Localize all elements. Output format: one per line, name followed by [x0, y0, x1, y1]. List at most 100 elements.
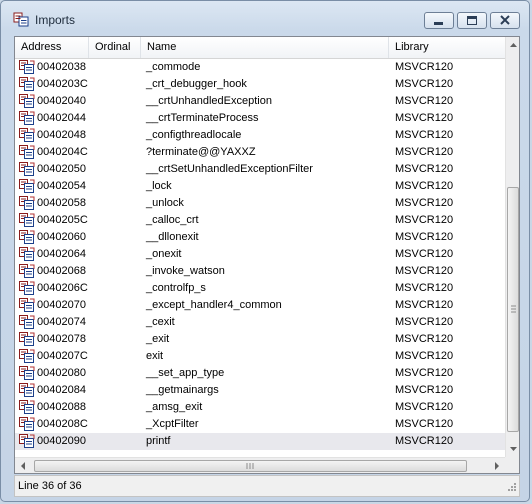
row-library: MSVCR120 — [395, 112, 454, 124]
row-library: MSVCR120 — [395, 367, 454, 379]
table-row[interactable]: 00402058 _unlock MSVCR120 — [15, 195, 505, 212]
table-row[interactable]: 0040205C _calloc_crt MSVCR120 — [15, 212, 505, 229]
row-name: _except_handler4_common — [146, 299, 282, 311]
list-rows: 00402038 _commode MSVCR120 0040203C _crt_deb… — [15, 59, 505, 450]
imports-window-icon — [13, 12, 31, 28]
import-function-icon — [19, 128, 35, 143]
scroll-right-button[interactable] — [488, 458, 505, 473]
maximize-button[interactable] — [457, 12, 487, 29]
horizontal-scroll-thumb[interactable] — [34, 460, 467, 472]
status-bar: Line 36 of 36 — [14, 475, 520, 497]
table-row[interactable]: 00402084 __getmainargs MSVCR120 — [15, 382, 505, 399]
row-library: MSVCR120 — [395, 418, 454, 430]
column-header-ordinal[interactable]: Ordinal — [89, 37, 141, 58]
table-row[interactable]: 00402040 __crtUnhandledException MSVCR120 — [15, 93, 505, 110]
row-library: MSVCR120 — [395, 129, 454, 141]
import-function-icon — [19, 94, 35, 109]
table-row[interactable]: 00402064 _onexit MSVCR120 — [15, 246, 505, 263]
row-library: MSVCR120 — [395, 333, 454, 345]
row-library: MSVCR120 — [395, 180, 454, 192]
row-name: printf — [146, 435, 171, 447]
row-name: ?terminate@@YAXXZ — [146, 146, 256, 158]
row-address: 00402048 — [37, 129, 86, 141]
column-header-name[interactable]: Name — [141, 37, 389, 58]
row-library: MSVCR120 — [395, 316, 454, 328]
table-row[interactable]: 00402050 __crtSetUnhandledExceptionFilter… — [15, 161, 505, 178]
row-address: 00402060 — [37, 231, 86, 243]
import-function-icon — [19, 247, 35, 262]
table-row[interactable]: 0040206C _controlfp_s MSVCR120 — [15, 280, 505, 297]
table-row[interactable]: 0040204C ?terminate@@YAXXZ MSVCR120 — [15, 144, 505, 161]
imports-list[interactable]: Address Ordinal Name Library 00402038 _co… — [14, 36, 520, 474]
row-address: 00402068 — [37, 265, 86, 277]
row-library: MSVCR120 — [395, 384, 454, 396]
table-row[interactable]: 00402068 _invoke_watson MSVCR120 — [15, 263, 505, 280]
row-name: __crtSetUnhandledExceptionFilter — [146, 163, 313, 175]
row-name: _crt_debugger_hook — [146, 78, 247, 90]
status-text: Line 36 of 36 — [18, 480, 82, 492]
row-address: 00402084 — [37, 384, 86, 396]
row-name: _unlock — [146, 197, 184, 209]
import-function-icon — [19, 298, 35, 313]
table-row[interactable]: 0040208C _XcptFilter MSVCR120 — [15, 416, 505, 433]
scrollbar-corner — [505, 457, 519, 473]
table-row[interactable]: 00402070 _except_handler4_common MSVCR120 — [15, 297, 505, 314]
minimize-icon — [434, 22, 443, 25]
row-name: _configthreadlocale — [146, 129, 242, 141]
row-name: exit — [146, 350, 164, 362]
import-function-icon — [19, 230, 35, 245]
table-row[interactable]: 0040207C exit MSVCR120 — [15, 348, 505, 365]
vertical-scrollbar[interactable] — [505, 37, 519, 457]
table-row[interactable]: 00402060 __dllonexit MSVCR120 — [15, 229, 505, 246]
vertical-scroll-thumb[interactable] — [507, 187, 519, 432]
table-row[interactable]: 00402078 _exit MSVCR120 — [15, 331, 505, 348]
row-library: MSVCR120 — [395, 197, 454, 209]
scroll-left-button[interactable] — [15, 458, 32, 473]
row-name: _lock — [146, 180, 172, 192]
horizontal-scrollbar[interactable] — [15, 457, 505, 473]
window-title: Imports — [35, 13, 76, 27]
import-function-icon — [19, 111, 35, 126]
row-address: 00402044 — [37, 112, 86, 124]
table-row[interactable]: 00402080 __set_app_type MSVCR120 — [15, 365, 505, 382]
table-row[interactable]: 00402044 __crtTerminateProcess MSVCR120 — [15, 110, 505, 127]
import-function-icon — [19, 196, 35, 211]
minimize-button[interactable] — [424, 12, 454, 29]
row-name: _commode — [146, 61, 201, 73]
column-header-library[interactable]: Library — [389, 37, 505, 58]
imports-window: Imports Address Ordinal Name Library 004… — [0, 0, 530, 502]
scroll-down-button[interactable] — [506, 440, 519, 457]
row-address: 00402064 — [37, 248, 86, 260]
table-row[interactable]: 00402048 _configthreadlocale MSVCR120 — [15, 127, 505, 144]
row-library: MSVCR120 — [395, 231, 454, 243]
close-button[interactable] — [490, 12, 520, 29]
scroll-right-arrow-icon — [495, 462, 499, 470]
import-function-icon — [19, 77, 35, 92]
table-row[interactable]: 0040203C _crt_debugger_hook MSVCR120 — [15, 76, 505, 93]
table-row[interactable]: 00402088 _amsg_exit MSVCR120 — [15, 399, 505, 416]
table-row[interactable]: 00402038 _commode MSVCR120 — [15, 59, 505, 76]
scroll-up-button[interactable] — [506, 37, 519, 54]
row-name: _invoke_watson — [146, 265, 225, 277]
row-address: 00402038 — [37, 61, 86, 73]
row-address: 0040208C — [37, 418, 88, 430]
row-library: MSVCR120 — [395, 214, 454, 226]
title-bar[interactable]: Imports — [1, 1, 529, 37]
grip-lines-icon — [511, 305, 516, 313]
table-row[interactable]: 00402090 printf MSVCR120 — [15, 433, 505, 450]
row-name: _exit — [146, 333, 170, 345]
table-row[interactable]: 00402074 _cexit MSVCR120 — [15, 314, 505, 331]
scroll-left-arrow-icon — [21, 462, 25, 470]
row-address: 0040207C — [37, 350, 88, 362]
row-library: MSVCR120 — [395, 95, 454, 107]
table-row[interactable]: 00402054 _lock MSVCR120 — [15, 178, 505, 195]
scroll-down-arrow-icon — [510, 447, 517, 451]
column-header-address[interactable]: Address — [15, 37, 89, 58]
row-name: _calloc_crt — [146, 214, 199, 226]
row-address: 0040206C — [37, 282, 88, 294]
import-function-icon — [19, 366, 35, 381]
row-library: MSVCR120 — [395, 78, 454, 90]
row-library: MSVCR120 — [395, 401, 454, 413]
resize-grip-icon[interactable] — [505, 482, 517, 494]
import-function-icon — [19, 332, 35, 347]
